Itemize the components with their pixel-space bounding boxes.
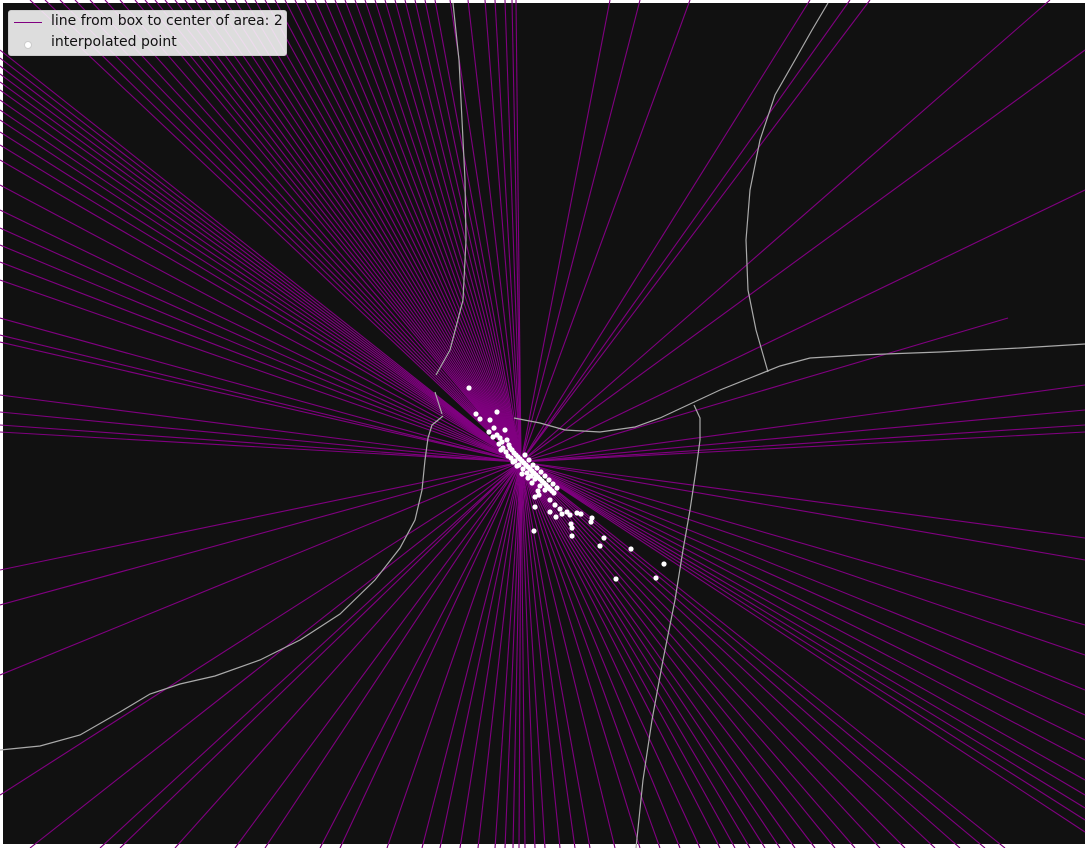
interpolated-point xyxy=(569,533,575,539)
interpolated-point xyxy=(466,385,472,391)
interpolated-point xyxy=(514,463,520,469)
interpolated-point xyxy=(477,416,483,422)
interpolated-point xyxy=(601,535,607,541)
interpolated-point xyxy=(589,515,595,521)
interpolated-point xyxy=(567,512,573,518)
interpolated-point xyxy=(490,434,496,440)
interpolated-point xyxy=(510,459,516,465)
interpolated-point xyxy=(552,502,558,508)
interpolated-point xyxy=(532,504,538,510)
legend-label-points: interpolated point xyxy=(51,34,177,50)
interpolated-point xyxy=(542,487,548,493)
interpolated-point xyxy=(519,471,525,477)
interpolated-point xyxy=(569,525,575,531)
legend-label-lines: line from box to center of area: 2 xyxy=(51,13,283,29)
interpolated-point xyxy=(597,543,603,549)
interpolated-point xyxy=(559,511,565,517)
interpolated-point xyxy=(505,453,511,459)
interpolated-point xyxy=(504,437,510,443)
plot-area xyxy=(0,0,1086,848)
interpolated-point xyxy=(551,490,557,496)
legend: line from box to center of area: 2 inter… xyxy=(8,10,287,56)
interpolated-point xyxy=(547,509,553,515)
interpolated-point xyxy=(498,447,504,453)
interpolated-point xyxy=(550,481,556,487)
interpolated-point xyxy=(661,561,667,567)
legend-line-swatch xyxy=(14,22,42,24)
interpolated-point xyxy=(542,473,548,479)
interpolated-point xyxy=(534,465,540,471)
interpolated-point xyxy=(557,506,563,512)
interpolated-point xyxy=(531,528,537,534)
interpolated-point xyxy=(473,411,479,417)
interpolated-point xyxy=(536,492,542,498)
interpolated-point xyxy=(486,429,492,435)
interpolated-point xyxy=(487,417,493,423)
interpolated-point xyxy=(526,457,532,463)
interpolated-point xyxy=(502,427,508,433)
interpolated-point xyxy=(553,514,559,520)
interpolated-point xyxy=(628,546,634,552)
interpolated-point xyxy=(546,477,552,483)
interpolated-point xyxy=(529,480,535,486)
interpolated-point xyxy=(537,483,543,489)
interpolated-point xyxy=(520,466,526,472)
interpolated-point xyxy=(496,441,502,447)
interpolated-point xyxy=(653,575,659,581)
interpolated-point xyxy=(494,409,500,415)
interpolated-point xyxy=(525,475,531,481)
interpolated-point xyxy=(491,425,497,431)
interpolated-point xyxy=(578,511,584,517)
interpolated-point xyxy=(613,576,619,582)
interpolated-point xyxy=(547,497,553,503)
legend-point-swatch xyxy=(24,41,32,49)
interpolated-point xyxy=(522,452,528,458)
interpolated-point xyxy=(554,485,560,491)
interpolated-point xyxy=(538,469,544,475)
